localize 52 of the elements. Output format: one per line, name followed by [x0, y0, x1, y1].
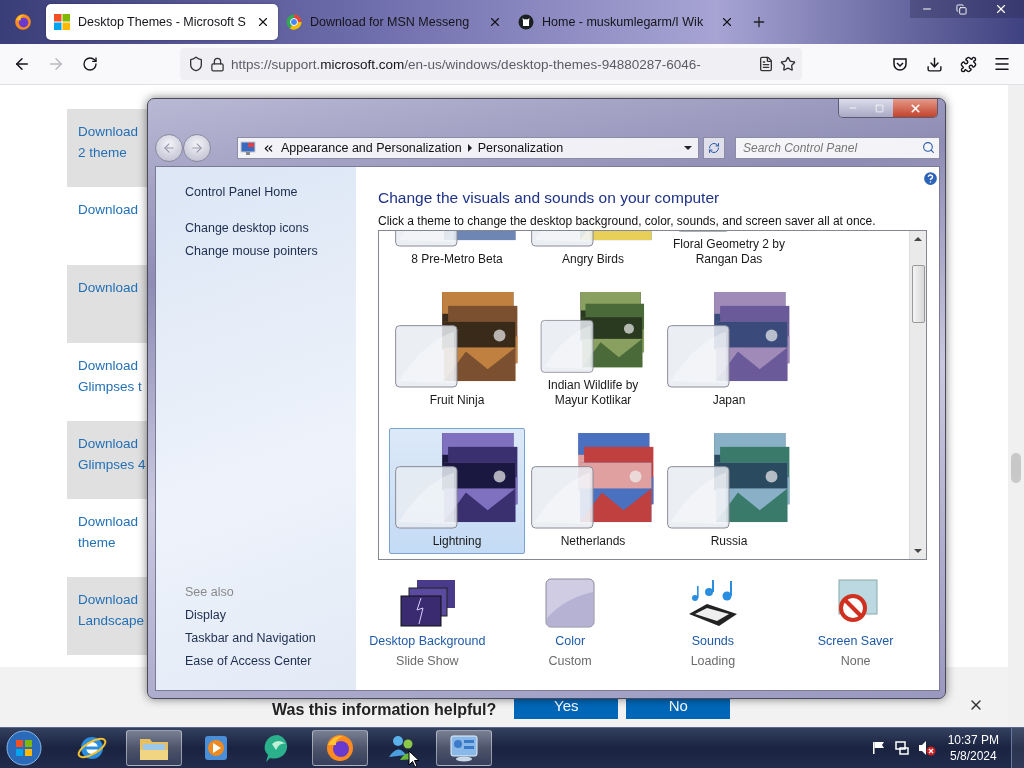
browser-tab[interactable]: Download for MSN Messeng — [278, 4, 510, 40]
card-link[interactable]: Download — [78, 355, 139, 376]
card-link[interactable]: Download — [78, 511, 139, 532]
search-field[interactable]: Search Control Panel — [735, 137, 940, 159]
side-link[interactable]: Ease of Access Center — [185, 650, 356, 673]
setting-link[interactable]: Desktop Background — [369, 634, 486, 648]
side-link[interactable]: Change desktop icons — [185, 217, 356, 240]
browser-tab[interactable]: Desktop Themes - Microsoft S — [46, 4, 278, 40]
side-link[interactable]: Change mouse pointers — [185, 240, 356, 263]
breadcrumb-item[interactable]: Personalization — [477, 141, 564, 155]
setting-link[interactable]: Screen Saver — [817, 634, 894, 648]
intro-text: Click a theme to change the desktop background, color, sounds, and screen saver all at once. — [378, 214, 877, 228]
address-bar[interactable]: Appearance and Personalization Personalization — [237, 137, 699, 159]
card-link[interactable]: Download — [78, 433, 139, 454]
side-link[interactable]: Control Panel Home — [185, 181, 356, 204]
theme-item[interactable]: Russia — [661, 428, 797, 554]
page-heading: Change the visuals and sounds on your computer — [378, 188, 721, 208]
setting-value: None — [840, 654, 871, 668]
download-card[interactable]: Download Landscape — [67, 577, 148, 655]
theme-item[interactable]: Fruit Ninja — [389, 287, 525, 413]
theme-item[interactable]: Netherlands — [525, 428, 661, 554]
setting-link[interactable]: Color — [555, 634, 586, 648]
address-bar[interactable]: https://support.microsoft.com/en-us/windows/desktop-themes-94880287-6046- — [180, 48, 802, 80]
theme-item[interactable]: 8 Pre-Metro Beta — [389, 231, 525, 272]
theme-item[interactable]: Indian Wildlife by Mayur Kotlikar — [525, 287, 661, 413]
card-link[interactable]: theme — [78, 532, 116, 553]
clock[interactable]: 10:37 PM 5/8/2024 — [943, 732, 1003, 764]
card-link[interactable]: 2 theme — [78, 142, 127, 163]
card-link[interactable]: Landscape — [78, 610, 145, 631]
card-link[interactable]: Glimpses 4 — [78, 454, 146, 475]
setting-link[interactable]: Sounds — [691, 634, 735, 648]
download-card[interactable]: Download — [67, 265, 148, 343]
side-link[interactable]: Display — [185, 604, 356, 627]
card-link[interactable]: Glimpses t — [78, 376, 142, 397]
breadcrumb-item[interactable]: Appearance and Personalization — [281, 141, 462, 155]
setting-value: Custom — [548, 654, 592, 668]
card-link[interactable]: Download — [78, 121, 139, 142]
setting-value: Slide Show — [396, 654, 459, 668]
download-card[interactable]: Download Glimpses 4 — [67, 421, 148, 499]
card-link[interactable]: Download — [78, 589, 139, 610]
see-also-title: See also — [185, 584, 235, 601]
browser-tab[interactable]: Home - muskumlegarm/I Wik — [510, 4, 742, 40]
side-link[interactable]: Taskbar and Navigation — [185, 627, 356, 650]
theme-item[interactable]: Japan — [661, 287, 797, 413]
card-link[interactable]: Download — [78, 199, 139, 220]
theme-item[interactable]: Angry Birds — [525, 231, 661, 272]
setting-value: Loading — [690, 654, 736, 668]
download-card[interactable]: Download 2 theme — [67, 109, 148, 187]
theme-item[interactable]: Floral Geometry 2 by Rangan Das — [661, 231, 797, 272]
feedback-question: Was this information helpful? — [272, 701, 497, 719]
theme-item[interactable]: Lightning — [389, 428, 525, 554]
card-link[interactable]: Download — [78, 277, 139, 298]
